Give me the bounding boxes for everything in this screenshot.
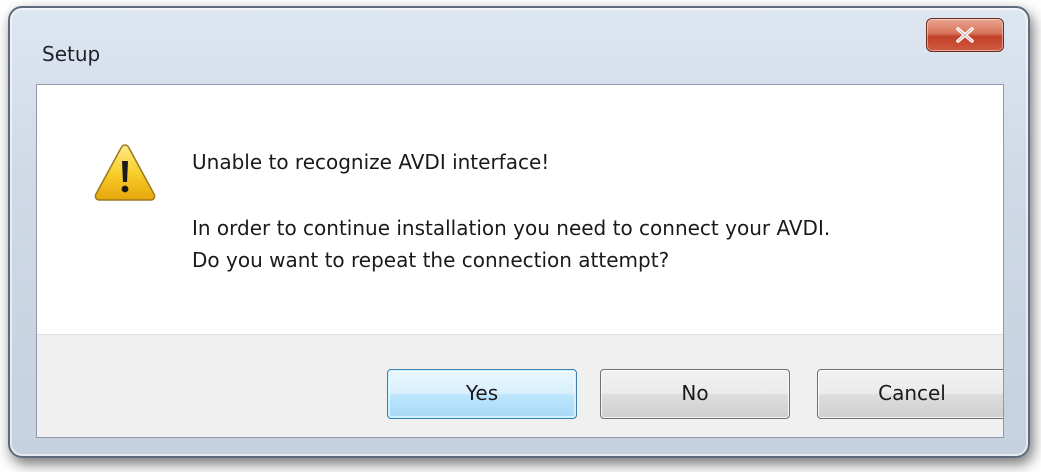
window-title: Setup <box>42 42 101 66</box>
no-button[interactable]: No <box>600 369 790 419</box>
message-heading: Unable to recognize AVDI interface! <box>192 150 550 174</box>
yes-button[interactable]: Yes <box>387 369 577 419</box>
close-button[interactable] <box>926 18 1004 52</box>
setup-dialog: Setup Unable to recognize AVDI interface… <box>8 6 1030 458</box>
message-line-1: In order to continue installation you ne… <box>192 216 831 240</box>
message-area: Unable to recognize AVDI interface! In o… <box>37 85 1003 334</box>
warning-icon <box>94 144 156 201</box>
dialog-client-area: Unable to recognize AVDI interface! In o… <box>36 84 1004 438</box>
message-line-2: Do you want to repeat the connection att… <box>192 248 670 272</box>
button-bar: Yes No Cancel <box>37 334 1003 437</box>
close-icon <box>956 27 974 43</box>
cancel-button[interactable]: Cancel <box>817 369 1003 419</box>
dialog-shadow: Setup Unable to recognize AVDI interface… <box>0 0 1041 472</box>
